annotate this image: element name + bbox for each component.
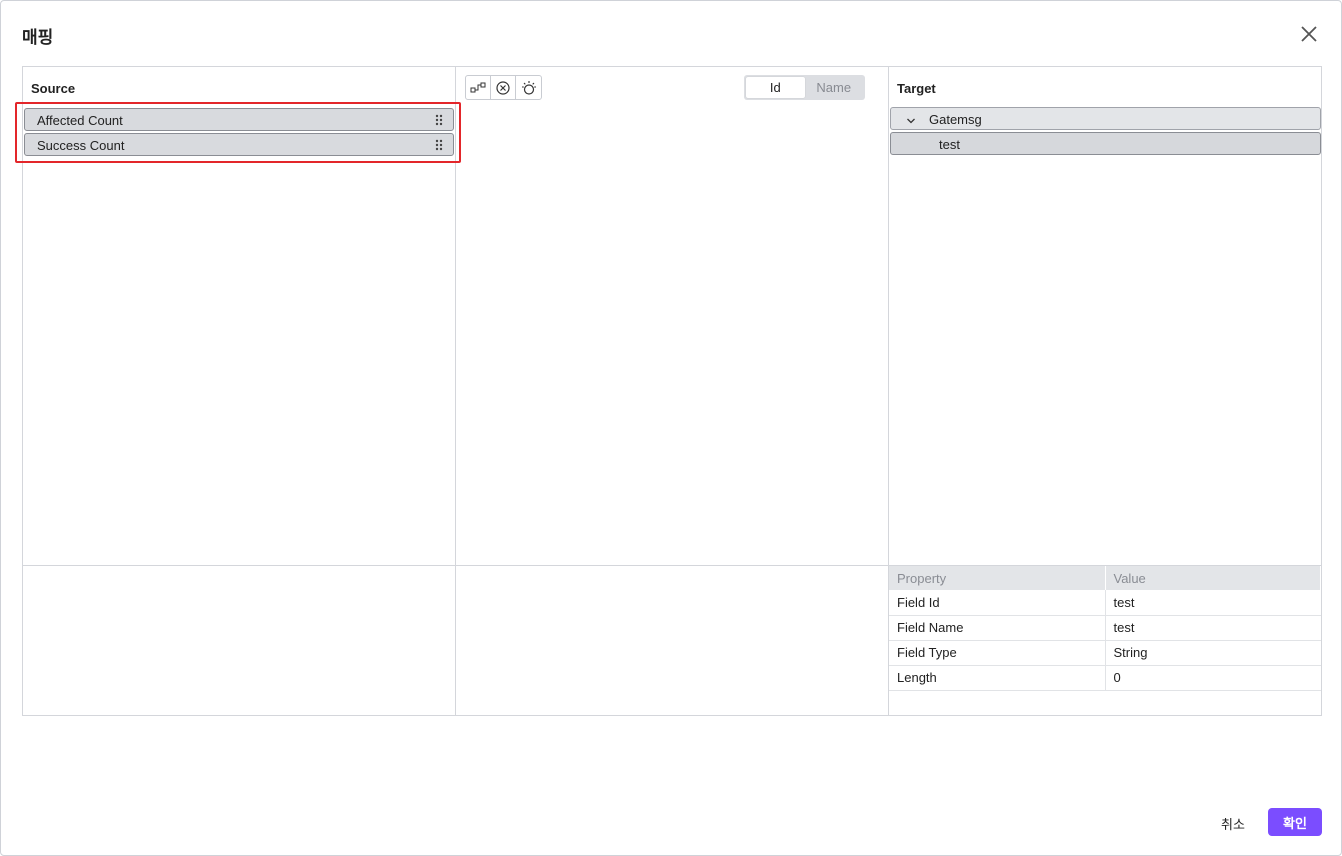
properties-panel: Property Value Field Id test Field Name … — [889, 566, 1321, 715]
chevron-down-icon[interactable] — [906, 114, 916, 124]
table-row[interactable]: Field Type String — [889, 640, 1321, 666]
source-panel: Source Affected Count Success Count — [15, 67, 461, 715]
light-bulb-icon[interactable] — [516, 76, 541, 99]
properties-table: Property Value Field Id test Field Name … — [889, 566, 1321, 691]
close-icon[interactable] — [1298, 23, 1320, 45]
dialog-title: 매핑 — [22, 28, 54, 47]
property-name: Field Id — [889, 590, 1106, 616]
column-header-value: Value — [1105, 566, 1321, 590]
source-item-success-count[interactable]: Success Count — [24, 133, 454, 156]
drag-handle-icon[interactable] — [435, 139, 443, 151]
table-header-row: Property Value — [889, 566, 1321, 590]
toggle-option-name[interactable]: Name — [805, 77, 864, 98]
mapping-toolbar — [465, 75, 542, 100]
property-value[interactable]: test — [1105, 590, 1321, 616]
property-value[interactable]: String — [1105, 640, 1321, 666]
mapping-panel: Id Name — [456, 67, 889, 715]
property-name: Field Name — [889, 615, 1106, 641]
column-header-property: Property — [889, 566, 1106, 590]
drag-handle-icon[interactable] — [435, 114, 443, 126]
cancel-button[interactable]: 취소 — [1211, 810, 1255, 836]
target-tree-node-test[interactable]: test — [890, 132, 1321, 155]
property-value[interactable]: 0 — [1105, 665, 1321, 691]
table-row[interactable]: Length 0 — [889, 665, 1321, 691]
mapping-grid: Source Affected Count Success Count Id N… — [15, 66, 1322, 716]
confirm-button[interactable]: 확인 — [1268, 808, 1322, 836]
tree-node-label: test — [939, 137, 960, 152]
mapping-dialog: 매핑 Source Affected Count Success Count I… — [0, 0, 1342, 856]
toggle-option-id[interactable]: Id — [746, 77, 805, 98]
auto-map-icon[interactable] — [466, 76, 491, 99]
id-name-toggle: Id Name — [744, 75, 865, 100]
source-item-label: Affected Count — [37, 113, 123, 128]
source-item-affected-count[interactable]: Affected Count — [24, 108, 454, 131]
source-item-label: Success Count — [37, 138, 125, 153]
source-label: Source — [31, 81, 76, 96]
table-row[interactable]: Field Id test — [889, 590, 1321, 616]
tree-node-label: Gatemsg — [929, 112, 982, 127]
target-tree-node-gatemsg[interactable]: Gatemsg — [890, 107, 1321, 130]
property-name: Field Type — [889, 640, 1106, 666]
target-label: Target — [897, 81, 936, 96]
property-name: Length — [889, 665, 1106, 691]
table-row[interactable]: Field Name test — [889, 615, 1321, 641]
clear-icon[interactable] — [491, 76, 516, 99]
property-value[interactable]: test — [1105, 615, 1321, 641]
